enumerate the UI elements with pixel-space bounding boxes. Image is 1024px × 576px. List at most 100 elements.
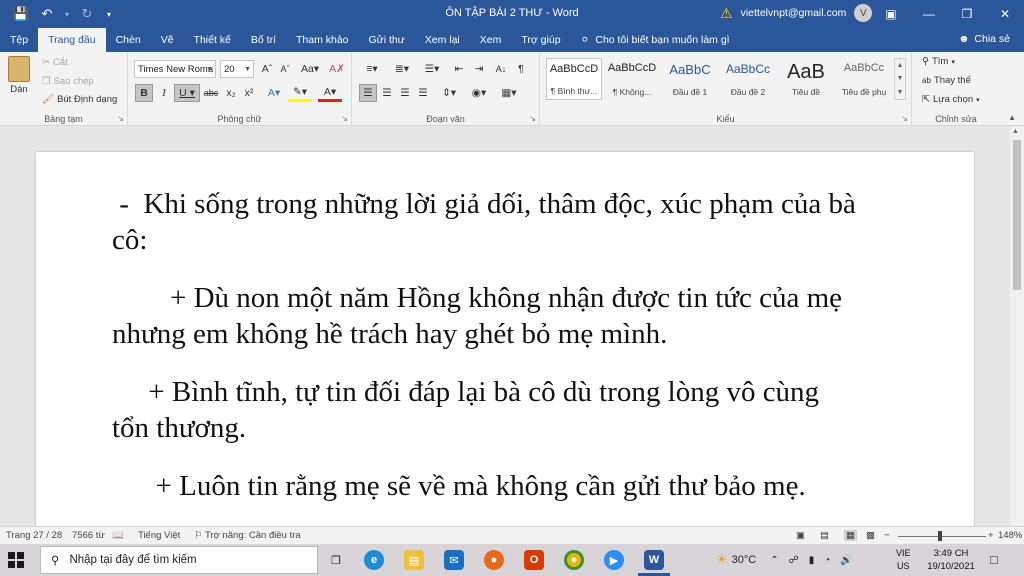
bullets-icon[interactable]: ≡▾	[358, 60, 386, 78]
task-view-icon[interactable]: ❐	[326, 550, 346, 570]
style-subtitle[interactable]: AaBbCc Tiêu đề phụ	[836, 58, 892, 100]
accessibility-status[interactable]: Trợ năng: Cần điều tra	[205, 530, 301, 541]
vertical-scrollbar[interactable]: ▲	[1010, 126, 1024, 526]
styles-gallery-scroll[interactable]: ▲ ▼ ▼	[894, 58, 906, 100]
increase-indent-icon[interactable]: ⇥	[470, 60, 488, 78]
print-layout-icon[interactable]: ▦	[844, 530, 857, 541]
zoom-level[interactable]: 148%	[998, 530, 1022, 541]
justify-icon[interactable]: ☰	[414, 84, 432, 102]
edge-icon[interactable]: e	[364, 550, 384, 570]
dialog-launcher-icon[interactable]: ↘	[529, 114, 536, 123]
taskbar-search[interactable]: ⚲ Nhập tại đây để tìm kiếm	[40, 546, 318, 574]
read-mode-icon[interactable]: ▤	[820, 530, 829, 541]
account-email[interactable]: viettelvnpt@gmail.com	[741, 7, 847, 19]
warning-icon[interactable]: ⚠	[720, 5, 733, 22]
paste-button[interactable]: Dán	[8, 56, 30, 95]
highlight-icon[interactable]: ✎▾	[288, 84, 312, 102]
minimize-icon[interactable]: —	[910, 0, 948, 28]
style-no-spacing[interactable]: AaBbCcD ¶ Không...	[604, 58, 660, 100]
tab-draw[interactable]: Vẽ	[151, 28, 184, 52]
paragraph[interactable]: + Luôn tin rằng mẹ sẽ về mà không cần gử…	[112, 468, 806, 504]
dialog-launcher-icon[interactable]: ↘	[117, 114, 124, 123]
font-name-select[interactable]: Times New Roma ▼	[134, 60, 216, 78]
clear-formatting-icon[interactable]: A✗	[328, 60, 346, 78]
format-painter-button[interactable]: 🖌 Bút Định dạng	[42, 94, 117, 105]
collapse-ribbon-icon[interactable]: ▲	[1008, 113, 1016, 122]
zoom-app-icon[interactable]: ▶	[604, 550, 624, 570]
paragraph[interactable]: + Bình tĩnh, tự tin đối đáp lại bà cô dù…	[112, 374, 819, 446]
text-effects-icon[interactable]: A▾	[262, 84, 286, 102]
redo-icon[interactable]: ↻	[76, 3, 98, 25]
file-explorer-icon[interactable]: ▤	[404, 550, 424, 570]
document-area[interactable]: - Khi sống trong những lời giả dối, thâm…	[0, 126, 1024, 526]
web-layout-icon[interactable]: ▩	[866, 530, 875, 541]
document-page[interactable]: - Khi sống trong những lời giả dối, thâm…	[36, 152, 974, 526]
zoom-in-icon[interactable]: +	[988, 530, 994, 541]
borders-icon[interactable]: ▦▾	[496, 84, 522, 102]
align-center-icon[interactable]: ☰	[378, 84, 396, 102]
decrease-indent-icon[interactable]: ⇤	[450, 60, 468, 78]
align-left-icon[interactable]: ☰	[359, 84, 377, 102]
find-button[interactable]: ⚲ Tìm ▾	[922, 56, 955, 67]
italic-icon[interactable]: I	[155, 84, 173, 102]
zoom-slider-handle[interactable]	[938, 531, 942, 541]
scroll-up-icon[interactable]: ▲	[1012, 128, 1019, 135]
more-icon[interactable]: ▼	[897, 89, 904, 96]
tab-references[interactable]: Tham khảo	[286, 28, 359, 52]
wifi-icon[interactable]: ◔	[824, 555, 830, 566]
tab-review[interactable]: Xem lại	[415, 28, 470, 52]
style-normal[interactable]: AaBbCcD ¶ Bình thư...	[546, 58, 602, 100]
focus-mode-icon[interactable]: ▣	[796, 530, 805, 541]
input-language[interactable]: VIE US	[896, 547, 911, 573]
replace-button[interactable]: ab Thay thế	[922, 75, 971, 86]
font-size-select[interactable]: 20 ▼	[220, 60, 254, 78]
scrollbar-thumb[interactable]	[1013, 140, 1021, 290]
zoom-slider[interactable]	[898, 536, 986, 537]
language-indicator[interactable]: Tiếng Việt	[138, 530, 180, 541]
tab-insert[interactable]: Chèn	[106, 28, 151, 52]
save-icon[interactable]: 💾	[10, 3, 32, 25]
windows-start-icon[interactable]	[8, 552, 24, 568]
office-icon[interactable]: O	[524, 550, 544, 570]
tab-mailings[interactable]: Gửi thư	[359, 28, 415, 52]
tab-design[interactable]: Thiết kế	[184, 28, 241, 52]
page-count[interactable]: Trang 27 / 28	[6, 530, 62, 541]
grow-font-icon[interactable]: Aˆ	[258, 60, 276, 78]
ribbon-display-options-icon[interactable]: ▣	[872, 0, 910, 28]
accessibility-icon[interactable]: ⚐	[194, 530, 203, 541]
undo-dropdown-icon[interactable]: ▾	[62, 3, 72, 25]
word-count[interactable]: 7566 từ	[72, 530, 105, 541]
style-title[interactable]: AaB Tiêu đề	[778, 58, 834, 100]
line-spacing-icon[interactable]: ⇕▾	[436, 84, 462, 102]
shrink-font-icon[interactable]: Aˇ	[276, 60, 294, 78]
dialog-launcher-icon[interactable]: ↘	[901, 114, 908, 123]
mail-icon[interactable]: ✉	[444, 550, 464, 570]
tab-home[interactable]: Trang đầu	[38, 28, 106, 52]
copy-button[interactable]: ❐ Sao chép	[42, 76, 94, 87]
notifications-icon[interactable]: □	[990, 552, 998, 567]
sort-icon[interactable]: A↓	[492, 60, 510, 78]
underline-icon[interactable]: U ▾	[174, 84, 200, 102]
clock[interactable]: 3:49 CH 19/10/2021	[922, 547, 980, 573]
share-button[interactable]: ☻ Chia sẻ	[958, 33, 1010, 45]
chrome-icon[interactable]: ●	[564, 550, 584, 570]
tab-layout[interactable]: Bố trí	[241, 28, 286, 52]
customize-qat-icon[interactable]: ▾	[102, 3, 116, 25]
font-color-icon[interactable]: A▾	[318, 84, 342, 102]
close-icon[interactable]: ✕	[986, 0, 1024, 28]
temperature[interactable]: 30°C	[732, 554, 757, 566]
chevron-up-icon[interactable]: ▲	[897, 62, 904, 69]
word-icon[interactable]: W	[644, 550, 664, 570]
bold-icon[interactable]: B	[135, 84, 153, 102]
restore-icon[interactable]: ❐	[948, 0, 986, 28]
subscript-icon[interactable]: x₂	[222, 84, 240, 102]
chevron-down-icon[interactable]: ▼	[897, 75, 904, 82]
paragraph[interactable]: - Khi sống trong những lời giả dối, thâm…	[112, 186, 856, 258]
align-right-icon[interactable]: ☰	[396, 84, 414, 102]
paragraph[interactable]: + Dù non một năm Hồng không nhận được ti…	[112, 280, 842, 352]
style-heading-1[interactable]: AaBbC Đầu đề 1	[662, 58, 718, 100]
zoom-out-icon[interactable]: −	[884, 530, 890, 541]
app-orange-icon[interactable]: ●	[484, 550, 504, 570]
cut-button[interactable]: ✂ Cắt	[42, 57, 68, 68]
multilevel-list-icon[interactable]: ☰▾	[418, 60, 446, 78]
